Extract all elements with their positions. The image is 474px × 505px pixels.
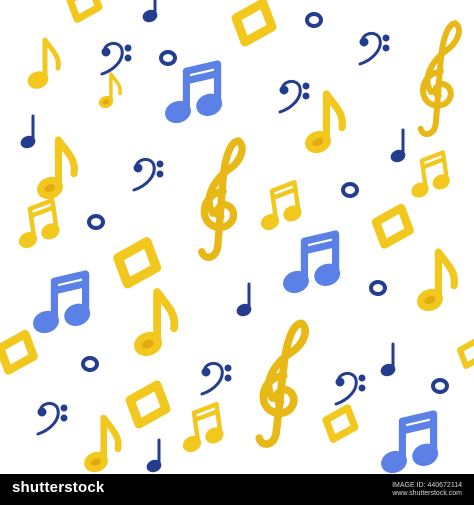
whole-note-icon — [431, 378, 449, 394]
beam-shape-icon — [0, 334, 34, 370]
beamed-notes-icon — [383, 414, 437, 472]
beamed-notes-icon — [14, 200, 60, 249]
site-url: www.shutterstock.com — [392, 490, 462, 497]
beam-shape-icon — [460, 340, 474, 366]
footer-bar: shutterstock IMAGE ID: 440672114 www.shu… — [0, 474, 474, 505]
bass-clef-icon — [36, 401, 68, 436]
whole-note-icon — [87, 214, 105, 230]
beam-shape-icon — [130, 385, 166, 424]
bass-clef-icon — [358, 31, 390, 66]
eighth-note-icon — [307, 94, 343, 152]
beamed-notes-icon — [167, 64, 221, 122]
eighth-note-icon — [39, 140, 75, 198]
quarter-note-icon — [141, 0, 159, 24]
quarter-note-icon — [145, 438, 163, 474]
beam-shape-icon — [376, 208, 410, 244]
music-notes-pattern — [0, 0, 474, 474]
beamed-notes-icon — [256, 182, 302, 231]
whole-note-icon — [369, 280, 387, 296]
whole-note-icon — [305, 12, 323, 28]
whole-note-icon — [159, 50, 177, 66]
quarter-note-icon — [19, 114, 37, 150]
beamed-notes-icon — [35, 274, 89, 332]
eighth-note-icon — [419, 252, 455, 310]
quarter-note-icon — [379, 342, 397, 378]
pattern-canvas — [0, 0, 474, 474]
bass-clef-icon — [200, 361, 232, 396]
beamed-notes-icon — [285, 234, 339, 292]
eighth-note-icon — [97, 72, 122, 110]
brand-logo: shutterstock — [12, 479, 105, 496]
beam-shape-icon — [70, 0, 99, 19]
beam-shape-icon — [236, 3, 272, 42]
whole-note-icon — [341, 182, 359, 198]
eighth-note-icon — [85, 418, 118, 471]
bass-clef-icon — [334, 371, 366, 406]
bass-clef-icon — [278, 79, 310, 114]
beamed-notes-icon — [178, 404, 224, 453]
bass-clef-icon — [132, 157, 164, 192]
eighth-note-icon — [136, 292, 175, 355]
bass-clef-icon — [100, 41, 132, 76]
treble-clef-icon — [253, 319, 310, 448]
quarter-note-icon — [235, 282, 253, 318]
stock-image-frame: shutterstock IMAGE ID: 440672114 www.shu… — [0, 0, 474, 505]
treble-clef-icon — [415, 20, 463, 137]
beamed-notes-icon — [407, 152, 451, 198]
beam-shape-icon — [326, 408, 355, 439]
whole-note-icon — [81, 356, 99, 372]
eighth-note-icon — [28, 40, 58, 88]
treble-clef-icon — [196, 137, 246, 260]
quarter-note-icon — [389, 128, 407, 164]
image-meta: IMAGE ID: 440672114 www.shutterstock.com — [392, 482, 462, 498]
image-id: IMAGE ID: 440672114 — [392, 482, 462, 489]
beam-shape-icon — [118, 242, 156, 284]
